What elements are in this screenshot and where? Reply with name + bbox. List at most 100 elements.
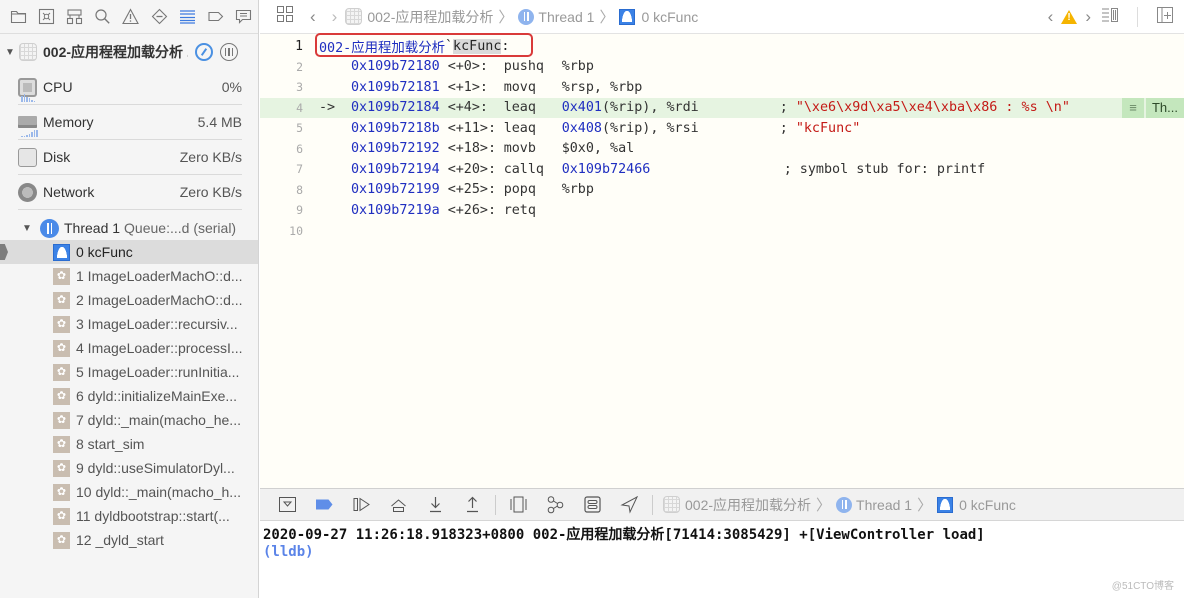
stack-frame[interactable]: 12 _dyld_start [0,528,258,552]
breadcrumb-frame[interactable]: 0 kcFunc [959,497,1016,513]
line-number: 8 [296,182,303,197]
frame-label: 10 dyld::_main(macho_h... [76,484,241,500]
stack-frame[interactable]: 0 kcFunc [0,240,258,264]
stack-frame[interactable]: 6 dyld::initializeMainExe... [0,384,258,408]
continue-button[interactable] [343,490,380,520]
instruction-operands: 0x401(%rip), %rdi [562,100,780,115]
gauge-memory[interactable]: Memory 5.4 MB [18,105,242,140]
debug-navigator-icon[interactable] [173,0,201,34]
view-hierarchy-button[interactable] [500,490,537,520]
code-line: 1 002-应用程加载分析 ` kcFunc: [260,36,1184,57]
thread-row[interactable]: ▼ Thread 1 Queue:...d (serial) [0,216,258,240]
stack-frame[interactable]: 5 ImageLoader::runInitia... [0,360,258,384]
thread-annotation[interactable]: ≡ Th... [1121,97,1184,118]
stack-frame[interactable]: 2 ImageLoaderMachO::d... [0,288,258,312]
back-button[interactable]: ‹ [310,7,316,27]
memory-icon [18,116,37,128]
stack-frame[interactable]: 8 start_sim [0,432,258,456]
add-editor-icon[interactable] [1156,6,1174,29]
gauge-disk[interactable]: Disk Zero KB/s [18,140,242,175]
instruction-mnemonic: popq [503,182,536,198]
gauge-value: Zero KB/s [179,149,242,165]
thread-icon [40,218,59,238]
process-row[interactable]: ▼ 002-应用程程加载分析 ... [0,34,258,70]
network-icon [18,182,37,202]
colon: : [501,38,510,54]
breadcrumb: 002-应用程加载分析 〉 Thread 1 〉 0 kcFunc [345,6,698,27]
instruction-mnemonic: retq [503,202,536,218]
gauge-cpu[interactable]: CPU 0% [18,70,242,105]
line-number: 1 [295,38,303,54]
warning-icon[interactable] [1061,10,1078,24]
report-icon[interactable] [230,0,258,34]
source-control-icon[interactable] [32,0,60,34]
frame-label: 6 dyld::initializeMainExe... [76,388,238,404]
hide-debug-area-button[interactable] [269,490,306,520]
app-icon [19,43,37,61]
instruction-mnemonic: leaq [503,120,536,136]
gauge-icon[interactable] [195,43,213,61]
app-icon [345,8,363,25]
operand-registers: %rsp, %rbp [561,79,643,95]
system-frame-icon [53,435,70,453]
breadcrumb-app[interactable]: 002-应用程加载分析 [685,495,811,515]
frame-label: 11 dyldbootstrap::start(... [76,508,230,524]
function-name: kcFunc [453,38,502,54]
code-line: 8 0x109b72199 <+25>: popq %rbp [260,180,1184,201]
console-line: 2020-09-27 11:26:18.918323+0800 002-应用程加… [263,527,985,543]
breadcrumb-app[interactable]: 002-应用程加载分析 [367,7,493,27]
breadcrumb-thread[interactable]: Thread 1 [538,9,594,25]
search-icon[interactable] [89,0,117,34]
instruction-address: 0x109b72199 [351,182,440,198]
stack-frame[interactable]: 4 ImageLoader::processI... [0,336,258,360]
stack-frame[interactable]: 7 dyld::_main(macho_he... [0,408,258,432]
stack-frame[interactable]: 1 ImageLoaderMachO::d... [0,264,258,288]
forward-button[interactable]: › [332,7,338,27]
breadcrumb-thread[interactable]: Thread 1 [856,497,912,513]
environment-overrides-button[interactable] [574,490,611,520]
disclosure-triangle-icon[interactable]: ▼ [22,223,36,234]
stack-frame[interactable]: 10 dyld::_main(macho_h... [0,480,258,504]
hierarchy-icon[interactable] [60,0,88,34]
step-out-button[interactable] [454,490,491,520]
step-over-button[interactable] [380,490,417,520]
gauge-label: Memory [43,114,94,130]
console-output[interactable]: 2020-09-27 11:26:18.918323+0800 002-应用程加… [260,521,1184,598]
debug-navigator: ▼ 002-应用程程加载分析 ... CPU 0% Memory 5.4 MB … [0,0,259,598]
previous-issue-button[interactable]: ‹ [1048,7,1054,27]
test-icon[interactable] [145,0,173,34]
next-issue-button[interactable]: › [1085,7,1091,27]
disclosure-triangle-icon[interactable]: ▼ [5,47,19,58]
lldb-prompt[interactable]: (lldb) [263,544,1181,564]
instruction-operands: %rbp [562,182,780,197]
annotation-menu-icon[interactable]: ≡ [1121,97,1144,118]
pause-icon[interactable] [220,43,238,61]
system-frame-icon [53,459,70,477]
chevron-right-icon: 〉 [816,497,832,514]
breakpoint-icon[interactable] [202,0,230,34]
stack-frame[interactable]: 3 ImageLoader::recursiv... [0,312,258,336]
breadcrumb-frame[interactable]: 0 kcFunc [641,9,698,25]
step-into-button[interactable] [417,490,454,520]
instruction-comment: ; [779,100,796,116]
frame-label: 4 ImageLoader::processI... [76,340,243,356]
folder-icon[interactable] [4,0,32,34]
frame-label: 8 start_sim [76,436,145,452]
instruction-address: 0x109b72192 [351,141,440,157]
warning-icon[interactable] [117,0,145,34]
line-number: 10 [289,223,303,238]
system-frame-icon [53,507,70,525]
related-items-icon[interactable] [276,5,294,28]
gauge-network[interactable]: Network Zero KB/s [18,175,242,210]
simulate-location-button[interactable] [611,490,648,520]
cpu-sparkline [21,94,35,102]
stack-frame[interactable]: 9 dyld::useSimulatorDyl... [0,456,258,480]
stack-frame[interactable]: 11 dyldbootstrap::start(... [0,504,258,528]
code-line: 5 0x109b7218b <+11>: leaq 0x408(%rip), %rsi;… [260,118,1184,139]
code-body: 2 0x109b72180 <+0>: pushq %rbp 3 0x109b72181 <+… [260,57,1184,242]
adjust-editor-icon[interactable] [1101,6,1119,29]
instruction-offset: <+4>: [447,100,488,116]
breakpoints-toggle-button[interactable] [306,490,343,520]
memory-graph-button[interactable] [537,490,574,520]
annotation-label[interactable]: Th... [1145,97,1184,118]
